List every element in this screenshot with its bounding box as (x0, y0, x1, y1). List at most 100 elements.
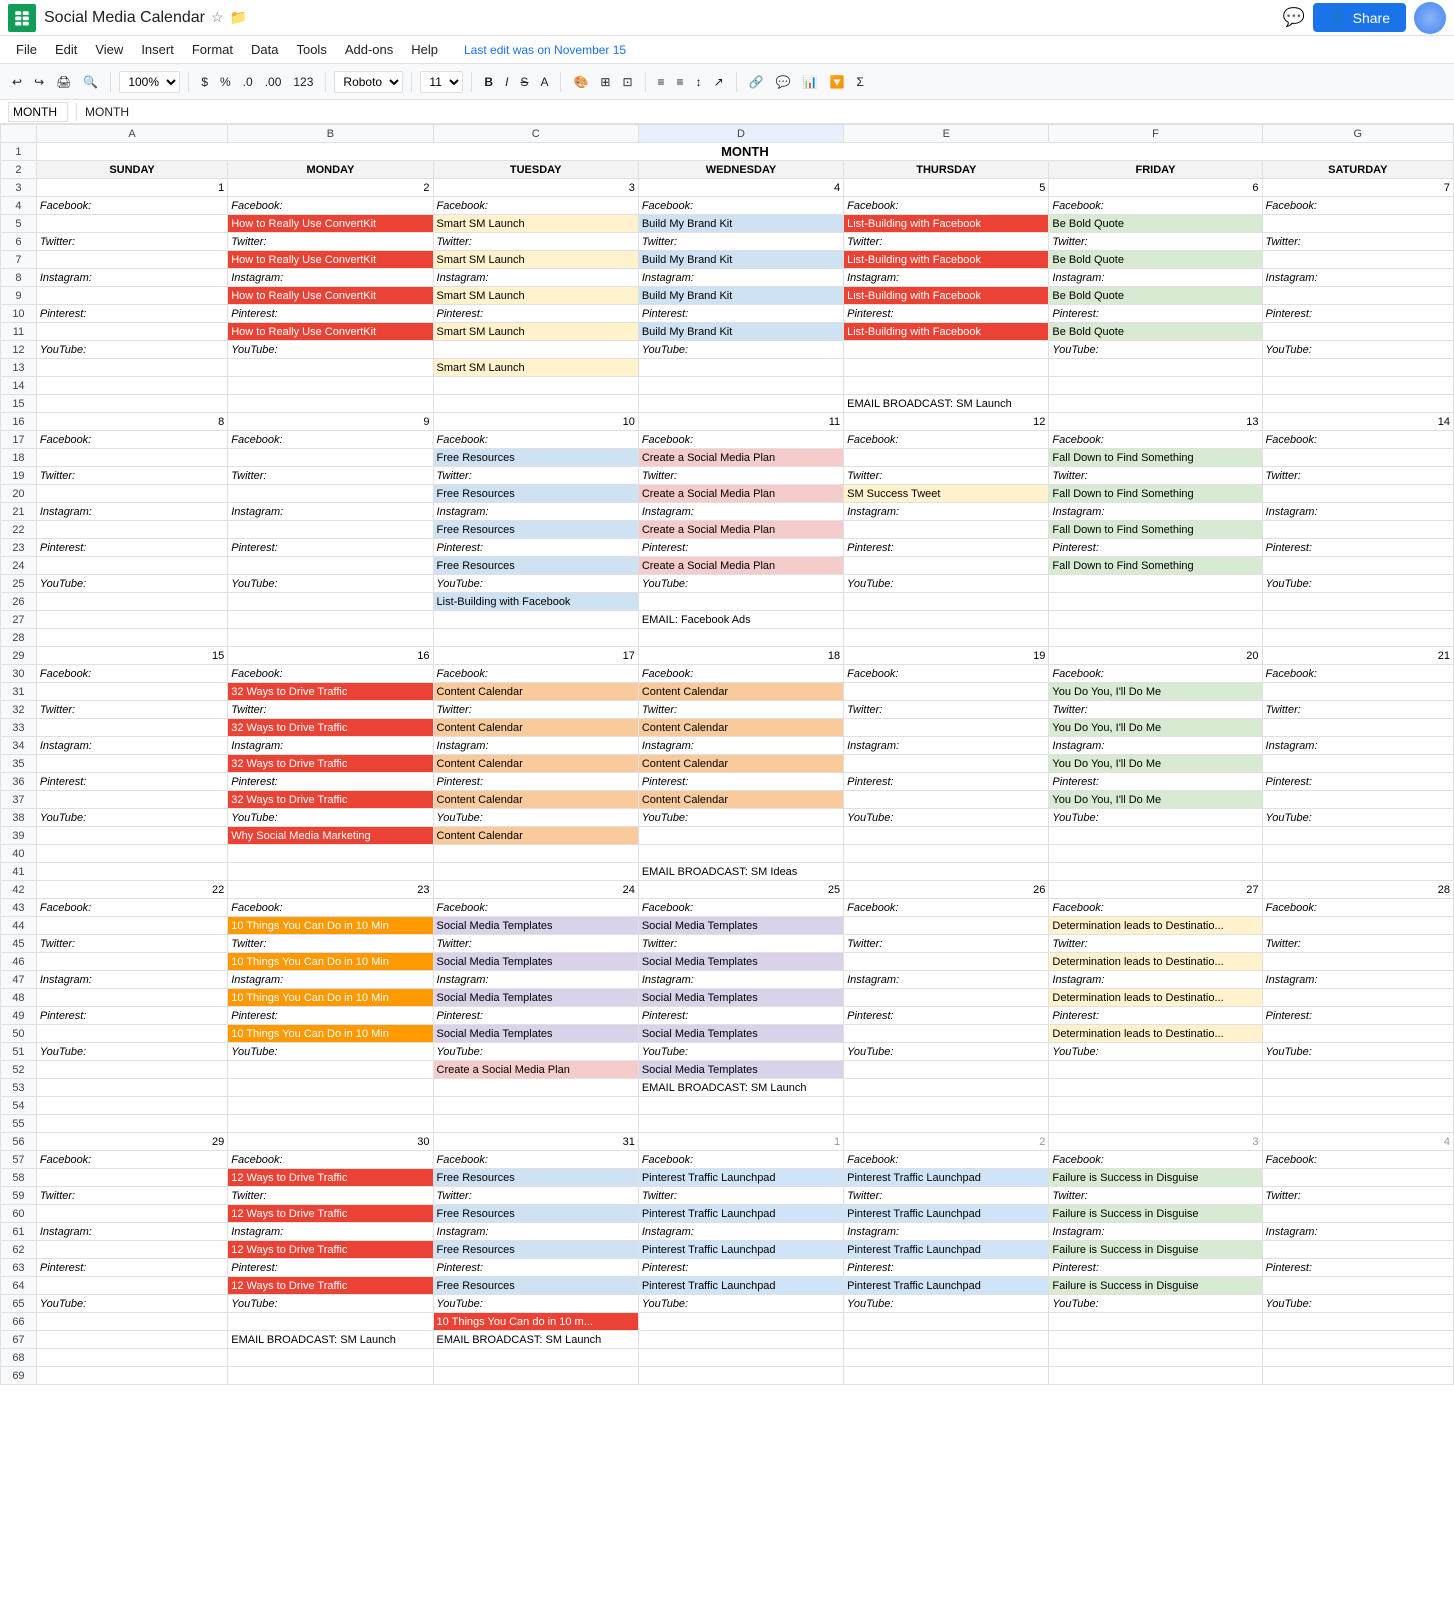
menu-insert[interactable]: Insert (133, 38, 182, 61)
r11-a[interactable] (36, 323, 227, 341)
r7-e[interactable]: List-Building with Facebook (844, 251, 1049, 269)
r9-c[interactable]: Smart SM Launch (433, 287, 638, 305)
chart-button[interactable]: 📊 (799, 73, 822, 91)
day-friday[interactable]: FRIDAY (1049, 161, 1262, 179)
r5-f[interactable]: Be Bold Quote (1049, 215, 1262, 233)
r9-f[interactable]: Be Bold Quote (1049, 287, 1262, 305)
r4-f[interactable]: Facebook: (1049, 197, 1262, 215)
r9-b[interactable]: How to Really Use ConvertKit (228, 287, 433, 305)
r10-f[interactable]: Pinterest: (1049, 305, 1262, 323)
r4-a[interactable]: Facebook: (36, 197, 227, 215)
menu-format[interactable]: Format (184, 38, 241, 61)
comment-icon[interactable]: 💬 (1283, 7, 1305, 28)
date-3[interactable]: 3 (433, 179, 638, 197)
menu-view[interactable]: View (87, 38, 131, 61)
r10-b[interactable]: Pinterest: (228, 305, 433, 323)
text-wrap[interactable]: ↕ (692, 73, 706, 91)
r7-g[interactable] (1262, 251, 1453, 269)
r12-a[interactable]: YouTube: (36, 341, 227, 359)
zoom-select[interactable]: 100% (119, 71, 180, 93)
col-header-a[interactable]: A (36, 125, 227, 143)
r6-a[interactable]: Twitter: (36, 233, 227, 251)
r5-b[interactable]: How to Really Use ConvertKit (228, 215, 433, 233)
day-sunday[interactable]: SUNDAY (36, 161, 227, 179)
r11-c[interactable]: Smart SM Launch (433, 323, 638, 341)
decimal-inc-button[interactable]: .00 (261, 73, 286, 91)
print-button[interactable]: 🖨 (52, 73, 75, 91)
r8-f[interactable]: Instagram: (1049, 269, 1262, 287)
r5-a[interactable] (36, 215, 227, 233)
comment-button[interactable]: 💬 (772, 73, 795, 91)
day-thursday[interactable]: THURSDAY (844, 161, 1049, 179)
r12-g[interactable]: YouTube: (1262, 341, 1453, 359)
fontsize-select[interactable]: 11 (420, 71, 463, 93)
r9-d[interactable]: Build My Brand Kit (638, 287, 843, 305)
text-rotate[interactable]: ↗ (710, 73, 728, 91)
italic-button[interactable]: I (501, 73, 512, 91)
textcolor-button[interactable]: A (536, 73, 552, 91)
date-10[interactable]: 10 (433, 413, 638, 431)
date-1[interactable]: 1 (36, 179, 227, 197)
r8-a[interactable]: Instagram: (36, 269, 227, 287)
month-header-cell[interactable]: MONTH (36, 143, 1453, 161)
date-8[interactable]: 8 (36, 413, 227, 431)
align-center[interactable]: ≡ (673, 73, 688, 91)
col-header-e[interactable]: E (844, 125, 1049, 143)
link-button[interactable]: 🔗 (745, 73, 768, 91)
r8-c[interactable]: Instagram: (433, 269, 638, 287)
share-button[interactable]: 👤 Share (1313, 3, 1406, 32)
col-header-f[interactable]: F (1049, 125, 1262, 143)
r11-e[interactable]: List-Building with Facebook (844, 323, 1049, 341)
r6-f[interactable]: Twitter: (1049, 233, 1262, 251)
fillcolor-button[interactable]: 🎨 (569, 73, 592, 91)
r6-d[interactable]: Twitter: (638, 233, 843, 251)
r13-c[interactable]: Smart SM Launch (433, 359, 638, 377)
r12-c[interactable] (433, 341, 638, 359)
menu-addons[interactable]: Add-ons (337, 38, 401, 61)
r6-e[interactable]: Twitter: (844, 233, 1049, 251)
r4-e[interactable]: Facebook: (844, 197, 1049, 215)
date-4[interactable]: 4 (638, 179, 843, 197)
menu-help[interactable]: Help (403, 38, 446, 61)
day-monday[interactable]: MONDAY (228, 161, 433, 179)
r12-f[interactable]: YouTube: (1049, 341, 1262, 359)
align-left[interactable]: ≡ (654, 73, 669, 91)
r7-f[interactable]: Be Bold Quote (1049, 251, 1262, 269)
star-icon[interactable]: ☆ (211, 9, 224, 26)
decimal-dec-button[interactable]: .0 (239, 73, 257, 91)
r4-g[interactable]: Facebook: (1262, 197, 1453, 215)
r5-c[interactable]: Smart SM Launch (433, 215, 638, 233)
r8-d[interactable]: Instagram: (638, 269, 843, 287)
r8-e[interactable]: Instagram: (844, 269, 1049, 287)
menu-tools[interactable]: Tools (288, 38, 334, 61)
r10-c[interactable]: Pinterest: (433, 305, 638, 323)
r10-d[interactable]: Pinterest: (638, 305, 843, 323)
r4-d[interactable]: Facebook: (638, 197, 843, 215)
r7-b[interactable]: How to Really Use ConvertKit (228, 251, 433, 269)
r7-d[interactable]: Build My Brand Kit (638, 251, 843, 269)
r6-b[interactable]: Twitter: (228, 233, 433, 251)
col-header-g[interactable]: G (1262, 125, 1453, 143)
r15-e-email[interactable]: EMAIL BROADCAST: SM Launch (844, 395, 1049, 413)
spellcheck-button[interactable]: 🔍 (79, 73, 102, 91)
r5-g[interactable] (1262, 215, 1453, 233)
folder-icon[interactable]: 📁 (230, 9, 247, 26)
r7-c[interactable]: Smart SM Launch (433, 251, 638, 269)
r10-g[interactable]: Pinterest: (1262, 305, 1453, 323)
currency-button[interactable]: $ (197, 73, 212, 91)
redo-button[interactable]: ↪ (30, 73, 48, 91)
date-6[interactable]: 6 (1049, 179, 1262, 197)
function-button[interactable]: Σ (852, 73, 867, 91)
col-header-d[interactable]: D (638, 125, 843, 143)
format123-button[interactable]: 123 (289, 73, 317, 91)
cell-reference[interactable] (8, 102, 68, 122)
day-tuesday[interactable]: TUESDAY (433, 161, 638, 179)
col-header-c[interactable]: C (433, 125, 638, 143)
r9-e[interactable]: List-Building with Facebook (844, 287, 1049, 305)
date-12[interactable]: 12 (844, 413, 1049, 431)
r5-e[interactable]: List-Building with Facebook (844, 215, 1049, 233)
font-select[interactable]: Roboto (334, 71, 403, 93)
r8-g[interactable]: Instagram: (1262, 269, 1453, 287)
date-2[interactable]: 2 (228, 179, 433, 197)
undo-button[interactable]: ↩ (8, 73, 26, 91)
